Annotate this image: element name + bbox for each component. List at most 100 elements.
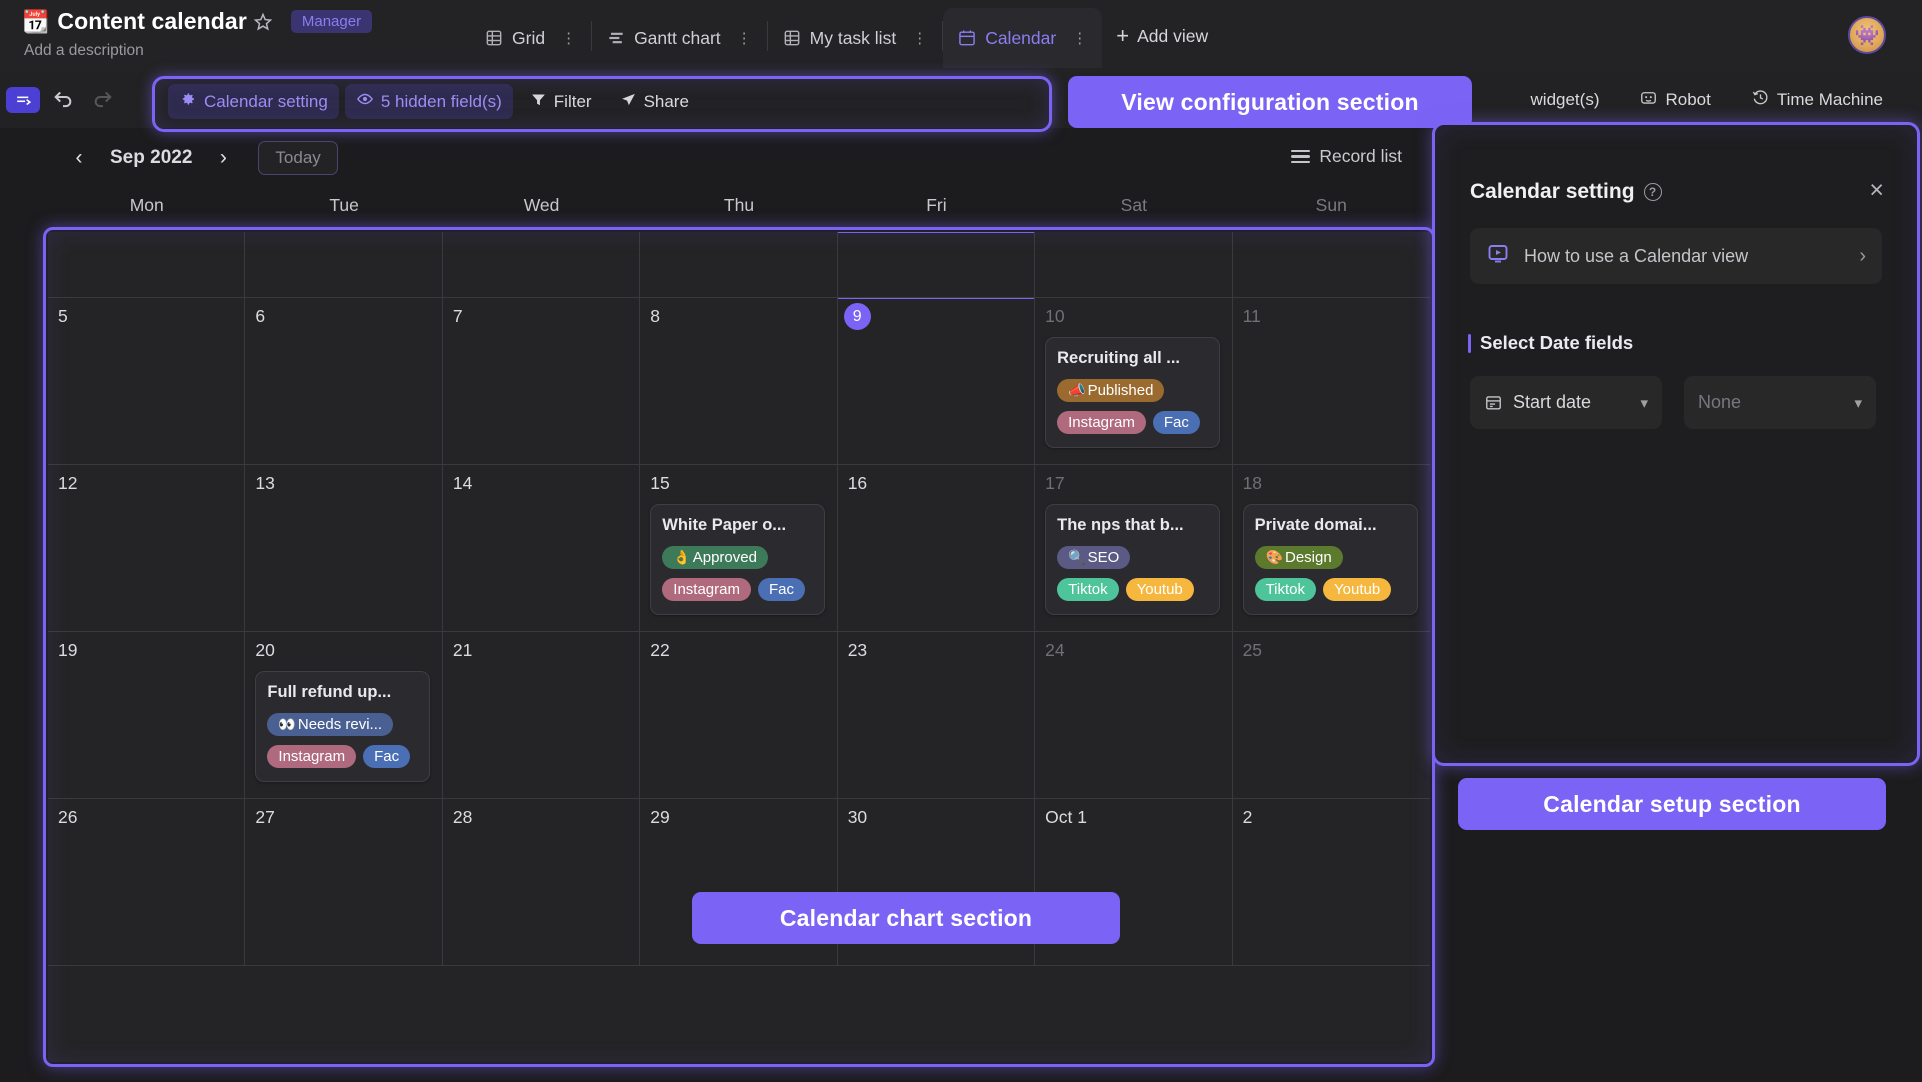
filter-button[interactable]: Filter (519, 85, 603, 119)
calendar-day-cell[interactable]: 26 (48, 799, 246, 966)
calendar-day-cell[interactable] (442, 232, 641, 298)
calendar-day-cell[interactable] (48, 232, 246, 298)
robot-button[interactable]: Robot (1628, 82, 1721, 118)
calendar-day-cell[interactable]: 27 (245, 799, 443, 966)
day-number: 13 (255, 473, 275, 493)
how-to-use-link[interactable]: How to use a Calendar view › (1470, 228, 1882, 284)
tab-task-list-menu-icon[interactable]: ⋮ (904, 31, 936, 46)
add-view-button[interactable]: + Add view (1102, 25, 1222, 47)
panel-title-group: Calendar setting ? (1470, 180, 1662, 204)
calendar-day-cell[interactable]: 23 (837, 632, 1036, 799)
time-machine-button[interactable]: Time Machine (1740, 82, 1894, 118)
close-icon[interactable]: × (1869, 178, 1884, 203)
calendar-day-cell[interactable] (1232, 232, 1430, 298)
calendar-day-cell[interactable] (1035, 232, 1233, 298)
calendar-day-cell[interactable]: 2 (1232, 799, 1430, 966)
calendar-event-card[interactable]: The nps that b... 🔍 SEO Tiktok Youtub (1045, 504, 1221, 615)
widgets-button[interactable]: widget(s) (1520, 84, 1611, 116)
today-button[interactable]: Today (258, 141, 338, 175)
calendar-day-cell[interactable]: 13 (245, 465, 443, 632)
calendar-day-cell[interactable] (640, 232, 838, 298)
calendar-day-cell[interactable]: 21 (442, 632, 641, 799)
prev-month-button[interactable]: ‹ (62, 141, 96, 175)
day-number: 2 (1242, 807, 1253, 827)
calendar-day-cell[interactable]: 19 (48, 632, 246, 799)
day-number: 17 (1045, 473, 1065, 493)
calendar-day-cell[interactable]: 20 Full refund up... 👀 Needs revi... Instagr… (245, 632, 443, 799)
event-channel-row: Tiktok Youtub (1254, 578, 1406, 601)
status-badge: 🔍 SEO (1057, 546, 1131, 569)
calendar-day-cell[interactable] (837, 232, 1036, 298)
start-date-select[interactable]: Start date ▾ (1470, 376, 1662, 429)
calendar-day-cell[interactable]: 7 (442, 298, 641, 465)
tab-gantt-chart[interactable]: Gantt chart ⋮ (592, 8, 767, 68)
record-list-button[interactable]: Record list (1291, 146, 1402, 167)
day-number: 11 (1242, 306, 1261, 326)
channel-tag: Fac (1152, 411, 1200, 434)
tab-calendar[interactable]: Calendar ⋮ (943, 8, 1103, 68)
tab-my-task-list[interactable]: My task list ⋮ (768, 8, 943, 68)
favorite-star-icon[interactable] (253, 12, 273, 32)
tab-grid-menu-icon[interactable]: ⋮ (553, 31, 585, 46)
share-button[interactable]: Share (609, 85, 700, 119)
event-status-row: 👀 Needs revi... (267, 713, 418, 736)
status-emoji-icon: 👌 (673, 549, 691, 565)
tab-grid[interactable]: Grid ⋮ (470, 8, 591, 68)
channel-tag: Instagram (1057, 411, 1146, 434)
day-number: 6 (255, 306, 266, 326)
calendar-event-card[interactable]: Full refund up... 👀 Needs revi... Instagram… (255, 671, 431, 782)
day-number: 16 (847, 473, 868, 493)
hidden-fields-button[interactable]: 5 hidden field(s) (344, 84, 513, 119)
tab-calendar-menu-icon[interactable]: ⋮ (1064, 31, 1096, 46)
day-number: 27 (255, 807, 275, 827)
status-emoji-icon: 👀 (278, 716, 296, 732)
gantt-icon (606, 28, 626, 48)
avatar[interactable]: 👾 (1848, 16, 1886, 54)
calendar-day-cell[interactable] (245, 232, 443, 298)
calendar-day-cell[interactable]: 6 (245, 298, 443, 465)
help-icon[interactable]: ? (1643, 183, 1662, 201)
calendar-setting-label: Calendar setting (204, 91, 328, 111)
calendar-day-cell[interactable]: 10 Recruiting all ... 📣 Published Instagram F… (1035, 298, 1233, 465)
calendar-event-card[interactable]: White Paper o... 👌 Approved Instagram Fac (650, 504, 826, 615)
calendar-event-card[interactable]: Private domai... 🎨 Design Tiktok Youtub (1242, 504, 1418, 615)
calendar-day-cell[interactable]: 18 Private domai... 🎨 Design Tiktok Youtub (1232, 465, 1430, 632)
video-icon (1486, 242, 1510, 271)
status-badge: 📣 Published (1057, 379, 1165, 402)
calendar-day-cell[interactable]: 15 White Paper o... 👌 Approved Instagram Fac (640, 465, 838, 632)
role-badge: Manager (290, 10, 373, 33)
calendar-day-cell[interactable]: 25 (1232, 632, 1430, 799)
sidebar-toggle-button[interactable] (6, 85, 40, 115)
description-placeholder[interactable]: Add a description (24, 42, 144, 60)
day-number: 7 (452, 306, 463, 326)
event-status-row: 👌 Approved (662, 546, 813, 569)
day-number: 14 (452, 473, 473, 493)
calendar-day-cell[interactable]: 17 The nps that b... 🔍 SEO Tiktok Youtub (1035, 465, 1233, 632)
calendar-day-cell[interactable]: 9 (837, 298, 1036, 465)
event-status-row: 🔍 SEO (1057, 546, 1208, 569)
toolbar-right-group: widget(s) Robot Time Machine (1520, 82, 1894, 118)
gear-icon (179, 90, 197, 113)
redo-button[interactable] (86, 85, 120, 115)
undo-button[interactable] (46, 85, 80, 115)
calendar-day-cell[interactable]: 16 (837, 465, 1036, 632)
robot-label: Robot (1665, 90, 1711, 109)
tab-gantt-menu-icon[interactable]: ⋮ (729, 31, 761, 46)
event-title: White Paper o... (662, 516, 787, 534)
calendar-day-cell[interactable]: 24 (1035, 632, 1233, 799)
calendar-navigation: ‹ Sep 2022 › Today Record list (0, 128, 1440, 188)
calendar-day-cell[interactable]: 28 (442, 799, 641, 966)
calendar-small-icon (1486, 396, 1501, 410)
calendar-day-cell[interactable]: 8 (640, 298, 838, 465)
calendar-day-cell[interactable]: 11 (1232, 298, 1430, 465)
calendar-day-cell[interactable]: 5 (48, 298, 246, 465)
status-label: Design (1285, 549, 1332, 566)
calendar-setting-button[interactable]: Calendar setting (168, 84, 339, 119)
calendar-day-cell[interactable]: 22 (640, 632, 838, 799)
calendar-event-card[interactable]: Recruiting all ... 📣 Published Instagram Fac (1045, 337, 1221, 448)
calendar-day-cell[interactable]: 12 (48, 465, 246, 632)
calendar-day-cell[interactable]: 14 (442, 465, 641, 632)
end-date-select[interactable]: None ▾ (1684, 376, 1876, 429)
next-month-button[interactable]: › (206, 141, 240, 175)
weekday-tue: Tue (329, 195, 359, 215)
